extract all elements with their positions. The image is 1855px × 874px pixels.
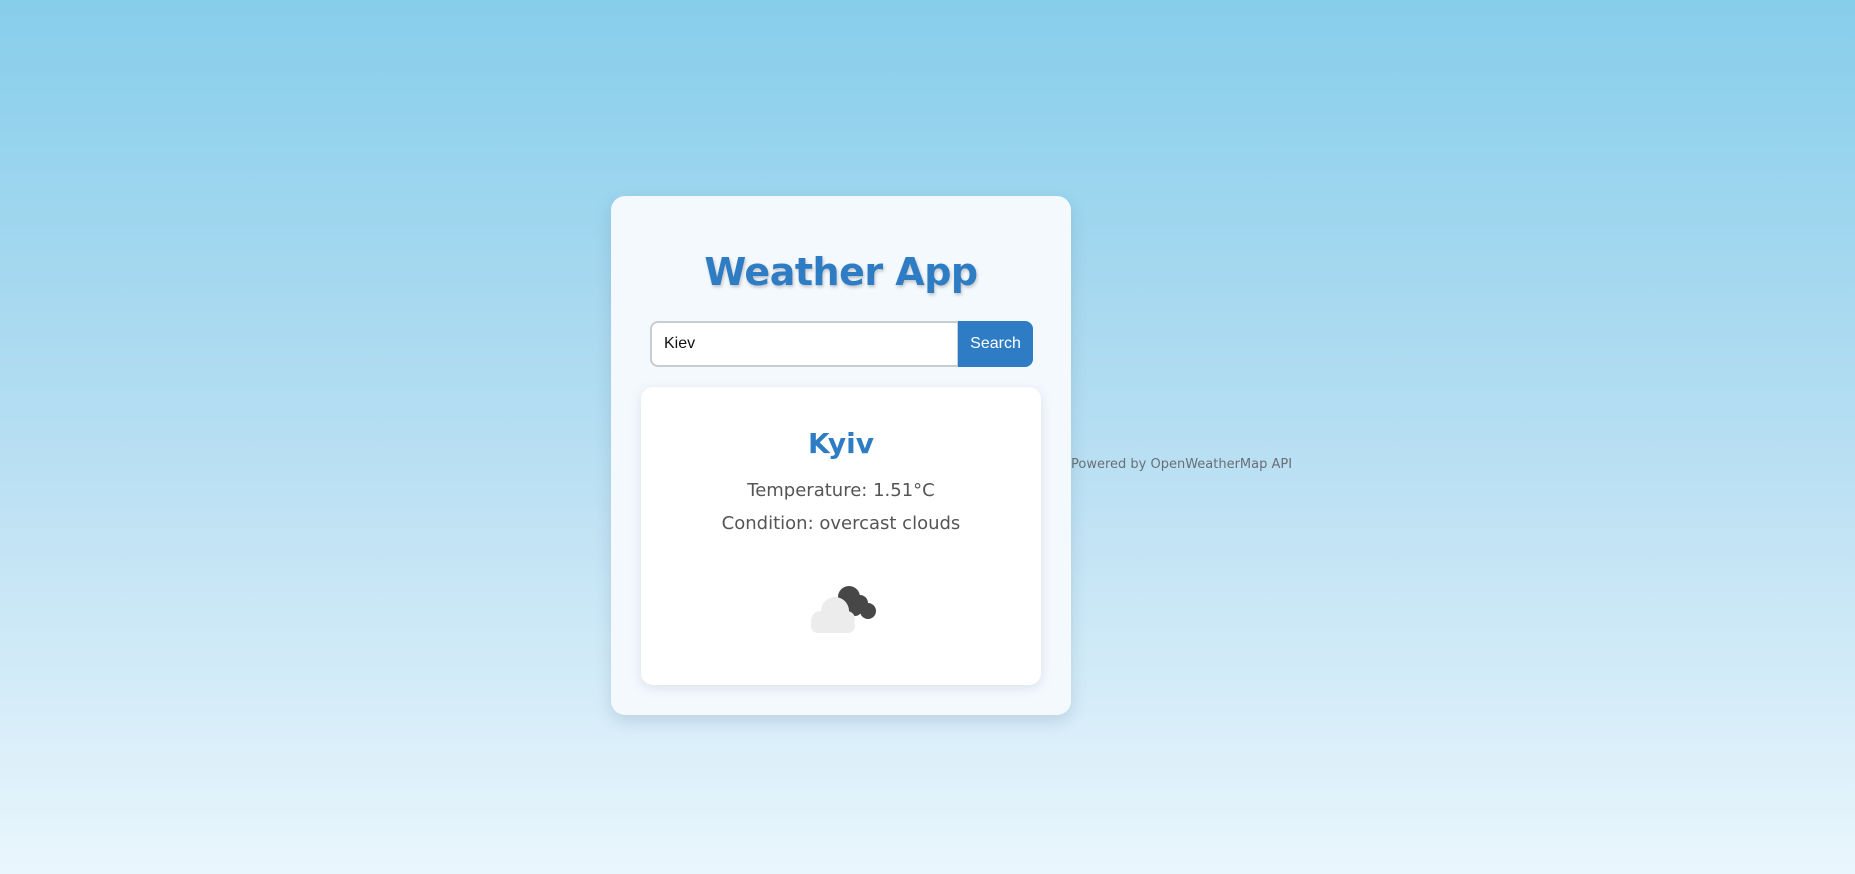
search-bar: Search <box>650 321 1033 367</box>
footer-credit: Powered by OpenWeatherMap API <box>1071 457 1293 472</box>
condition-text: Condition: overcast clouds <box>721 513 961 534</box>
search-button[interactable]: Search <box>958 321 1033 367</box>
city-name: Kyiv <box>807 427 874 460</box>
weather-app-card: Weather App Search Kyiv Temperature: 1.5… <box>611 196 1071 715</box>
city-search-input[interactable] <box>650 321 958 367</box>
weather-result-card: Kyiv Temperature: 1.51°C Condition: over… <box>641 387 1041 685</box>
app-title: Weather App <box>704 250 978 294</box>
overcast-clouds-icon <box>811 586 876 633</box>
temperature-text: Temperature: 1.51°C <box>747 480 935 501</box>
